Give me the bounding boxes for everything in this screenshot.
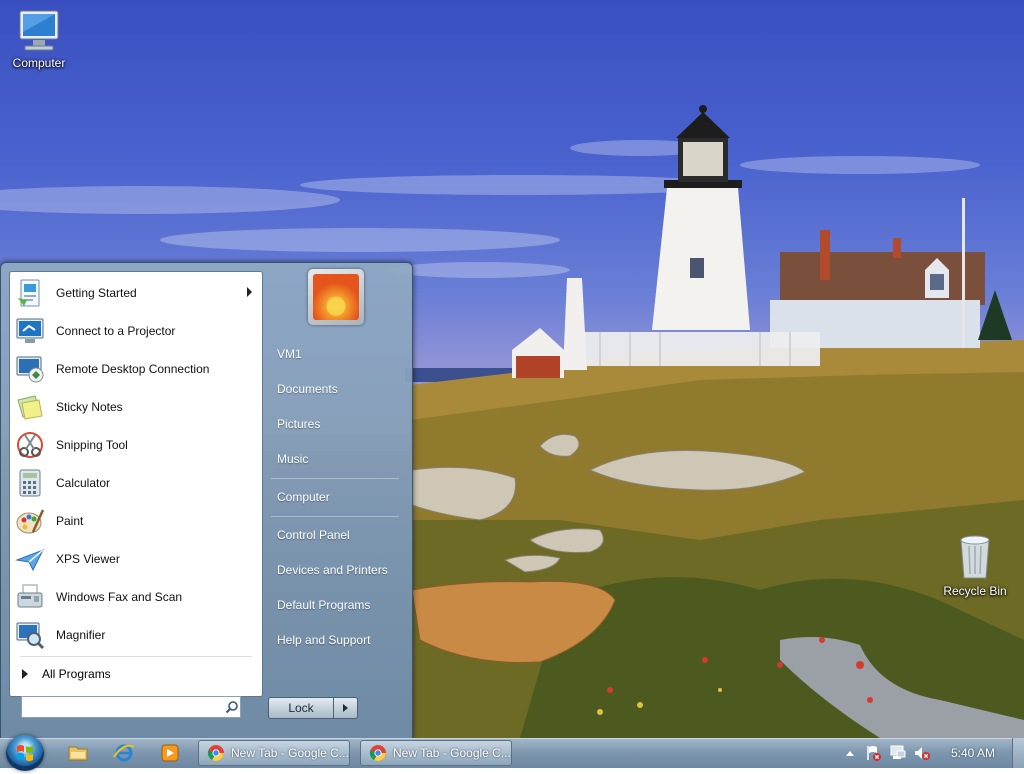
action-center-flag-icon xyxy=(867,746,881,761)
pinned-internet-explorer[interactable] xyxy=(104,741,144,765)
file-explorer-icon xyxy=(68,746,88,761)
program-label: Paint xyxy=(56,514,84,528)
programs-separator xyxy=(20,656,252,657)
program-label: Remote Desktop Connection xyxy=(56,362,210,376)
magnifier-icon xyxy=(14,619,46,651)
program-magnifier[interactable]: Magnifier xyxy=(10,617,262,653)
clock-time: 5:40 AM xyxy=(950,746,996,760)
shutdown-options-button[interactable] xyxy=(334,697,358,719)
right-item-label: Pictures xyxy=(277,417,321,431)
right-item-devices-and-printers[interactable]: Devices and Printers xyxy=(271,555,401,585)
tray-action-center[interactable] xyxy=(864,741,884,765)
lock-label: Lock xyxy=(288,701,314,715)
program-label: Windows Fax and Scan xyxy=(56,590,183,604)
sticky-notes-icon xyxy=(14,391,46,423)
right-item-user[interactable]: VM1 xyxy=(271,339,401,369)
search-input[interactable] xyxy=(21,696,241,718)
program-paint[interactable]: Paint xyxy=(10,503,262,539)
right-item-control-panel[interactable]: Control Panel xyxy=(271,520,401,550)
calculator-icon xyxy=(14,467,46,499)
program-sticky-notes[interactable]: Sticky Notes xyxy=(10,389,262,425)
program-xps-viewer[interactable]: XPS Viewer xyxy=(10,541,262,577)
network-icon xyxy=(890,745,906,759)
right-item-default-programs[interactable]: Default Programs xyxy=(271,590,401,620)
desktop-icon-computer[interactable]: Computer xyxy=(3,8,75,70)
show-hidden-icons-icon xyxy=(846,751,854,756)
program-label: Connect to a Projector xyxy=(56,324,176,338)
user-picture[interactable] xyxy=(308,269,364,325)
chevron-right-icon xyxy=(343,704,348,712)
search-area xyxy=(9,696,261,732)
desktop-icon-label: Recycle Bin xyxy=(943,584,1007,598)
media-player-icon xyxy=(161,744,179,762)
right-item-music[interactable]: Music xyxy=(271,444,401,474)
desktop-icon-label: Computer xyxy=(12,56,66,70)
internet-explorer-icon xyxy=(113,744,135,762)
all-programs-button[interactable]: All Programs xyxy=(10,660,262,688)
right-item-computer[interactable]: Computer xyxy=(271,482,401,512)
search-icon[interactable] xyxy=(225,700,239,714)
start-menu: Getting Started Connect to a Projector R… xyxy=(0,262,413,740)
program-label: XPS Viewer xyxy=(56,552,120,566)
right-item-label: Devices and Printers xyxy=(277,563,388,577)
start-menu-programs-pane: Getting Started Connect to a Projector R… xyxy=(9,271,263,697)
user-picture-flower xyxy=(313,274,359,320)
start-button[interactable] xyxy=(6,735,44,771)
all-programs-arrow-icon xyxy=(22,669,28,679)
program-snipping-tool[interactable]: Snipping Tool xyxy=(10,427,262,463)
lock-button[interactable]: Lock xyxy=(268,697,334,719)
computer-icon xyxy=(19,10,59,51)
program-label: Magnifier xyxy=(56,628,106,642)
program-label: Snipping Tool xyxy=(56,438,128,452)
taskbar-button-label: New Tab - Google C... xyxy=(393,746,511,760)
projector-icon xyxy=(14,315,46,347)
program-label: Getting Started xyxy=(56,286,137,300)
right-item-label: VM1 xyxy=(277,347,302,361)
right-item-label: Documents xyxy=(277,382,338,396)
program-remote-desktop-connection[interactable]: Remote Desktop Connection xyxy=(10,351,262,387)
all-programs-label: All Programs xyxy=(42,667,111,681)
remote-desktop-icon xyxy=(14,353,46,385)
right-separator xyxy=(271,516,399,517)
right-item-label: Default Programs xyxy=(277,598,371,612)
right-item-label: Control Panel xyxy=(277,528,350,542)
xps-viewer-icon xyxy=(14,543,46,575)
snipping-tool-icon xyxy=(14,429,46,461)
program-label: Sticky Notes xyxy=(56,400,123,414)
chrome-icon xyxy=(207,745,224,762)
right-item-label: Help and Support xyxy=(277,633,371,647)
program-windows-fax-and-scan[interactable]: Windows Fax and Scan xyxy=(10,579,262,615)
taskbar-clock[interactable]: 5:40 AM xyxy=(940,738,1006,768)
taskbar-button-chrome-1[interactable]: New Tab - Google C... xyxy=(198,740,350,766)
paint-icon xyxy=(14,505,46,537)
right-item-documents[interactable]: Documents xyxy=(271,374,401,404)
right-item-label: Music xyxy=(277,452,309,466)
program-label: Calculator xyxy=(56,476,111,490)
submenu-arrow-icon[interactable] xyxy=(247,287,252,297)
chrome-icon xyxy=(369,745,386,762)
tray-network[interactable] xyxy=(888,741,908,765)
right-item-pictures[interactable]: Pictures xyxy=(271,409,401,439)
fax-scan-icon xyxy=(14,581,46,613)
pinned-media-player[interactable] xyxy=(150,741,190,765)
getting-started-icon xyxy=(14,277,46,309)
tray-volume[interactable] xyxy=(912,741,932,765)
program-calculator[interactable]: Calculator xyxy=(10,465,262,501)
program-getting-started[interactable]: Getting Started xyxy=(10,275,262,311)
right-item-help-and-support[interactable]: Help and Support xyxy=(271,625,401,655)
volume-muted-icon xyxy=(915,747,930,760)
windows-logo-icon xyxy=(17,745,33,761)
right-separator xyxy=(271,478,399,479)
show-hidden-icons-button[interactable] xyxy=(842,741,858,765)
taskbar-button-chrome-2[interactable]: New Tab - Google C... xyxy=(360,740,512,766)
pinned-file-explorer[interactable] xyxy=(58,741,98,765)
taskbar-button-label: New Tab - Google C... xyxy=(231,746,349,760)
program-connect-to-a-projector[interactable]: Connect to a Projector xyxy=(10,313,262,349)
recycle-bin-icon xyxy=(960,535,990,579)
show-desktop-button[interactable] xyxy=(1012,738,1024,768)
desktop-icon-recycle-bin[interactable]: Recycle Bin xyxy=(939,532,1011,598)
right-item-label: Computer xyxy=(277,490,330,504)
